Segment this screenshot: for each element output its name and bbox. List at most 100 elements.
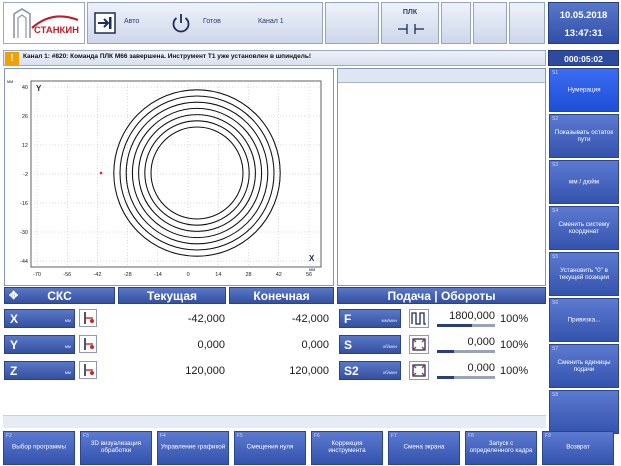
softkey-number: F7 (391, 433, 397, 439)
x-tick-label: -42 (93, 272, 101, 278)
feed-unit: мм/мин (381, 318, 397, 323)
softkey-label: Привязка... (567, 316, 601, 324)
axis-current-value: 120,000 (185, 365, 225, 377)
softkey-s5[interactable]: S5 Установить "0" в текущей позиции (549, 252, 619, 296)
program-text-panel[interactable] (337, 68, 546, 286)
auto-mode-label: Авто (124, 18, 140, 25)
override-bar (437, 376, 495, 379)
feed-name: S2 (344, 364, 359, 378)
crosshair-icon: ✥ (9, 290, 19, 302)
toolpath-plot: -70 -56 -42 -28 -14 0 14 28 42 56 40 26 12 -2 -16 -30 -4… (7, 79, 322, 278)
override-percent: 100% (500, 313, 529, 325)
softkey-f7[interactable]: F7 Смена экрана (388, 431, 460, 465)
time: 13:47:31 (564, 28, 603, 39)
softkey-s8[interactable]: S8 (549, 390, 619, 434)
softkey-f5[interactable]: F5 Смещения нуля (234, 431, 306, 465)
softkey-number: F4 (160, 433, 166, 439)
feed-unit: об/мин (382, 370, 397, 375)
softkey-s2[interactable]: S2 Показывать остаток пути (549, 114, 619, 158)
x-tick-label: 56 (306, 272, 312, 278)
softkey-label: Показывать остаток пути (554, 128, 614, 143)
softkey-label: Управление графикой (160, 443, 226, 451)
status-slot-1 (325, 2, 379, 44)
softkey-f2[interactable]: F2 Выбор программы (3, 431, 75, 465)
stankin-logo-icon: СТАНКИН (8, 6, 82, 42)
plc-contact-icon (398, 24, 424, 34)
softkey-number: S4 (552, 208, 559, 214)
y-tick-label: 26 (22, 114, 28, 120)
softkey-s1[interactable]: S1 Нумерация (549, 68, 619, 112)
logo: СТАНКИН (3, 2, 85, 44)
axis-y-label[interactable]: Yмм (4, 335, 75, 354)
power-icon (170, 12, 192, 34)
axis-reference-icon[interactable] (79, 335, 97, 353)
axis-z-label[interactable]: Zмм (4, 361, 75, 380)
softkey-f3[interactable]: F3 3D визуализация обработки (80, 431, 152, 465)
softkey-number: F2 (6, 433, 12, 439)
feed-name: S (344, 338, 353, 352)
softkey-label: Запуск с определенного кадра (469, 440, 533, 454)
coord-system-header[interactable]: ✥ СКС (4, 287, 115, 304)
mode-panel: Авто Готов Канал 1 (87, 2, 323, 44)
x-tick-label: 28 (245, 272, 251, 278)
softkey-f6[interactable]: F6 Коррекция инструмента (311, 431, 383, 465)
override-bar-fill (437, 350, 455, 353)
y-tick-label: 12 (22, 143, 28, 149)
spindle-stop-icon[interactable] (409, 361, 429, 380)
cycle-timer: 000:05:02 (548, 50, 619, 66)
axis-x-label[interactable]: Xмм (4, 309, 75, 328)
status-slot-4 (509, 2, 545, 44)
softkey-number: S6 (552, 300, 559, 306)
softkey-f9[interactable]: F9 Возврат (542, 431, 614, 465)
softkey-f4[interactable]: F4 Управление графикой (157, 431, 229, 465)
spindle-stop-icon[interactable] (409, 335, 429, 354)
softkey-label: Установить "0" в текущей позиции (558, 266, 610, 281)
axis-reference-icon[interactable] (79, 309, 97, 327)
softkey-number: S1 (552, 70, 559, 76)
y-axis-unit: мм (7, 79, 13, 84)
feed-wave-icon[interactable] (409, 309, 429, 328)
feed-f-label[interactable]: Fмм/мин (339, 309, 401, 328)
softkey-f8[interactable]: F8 Запуск с определенного кадра (465, 431, 537, 465)
y-tick-label: -16 (20, 201, 28, 207)
softkey-s6[interactable]: S6 Привязка... (549, 298, 619, 342)
status-slot-3 (473, 2, 507, 44)
axis-name: X (10, 312, 19, 326)
x-tick-label: 42 (276, 272, 282, 278)
y-tick-label: -30 (20, 230, 28, 236)
softkey-s3[interactable]: S3 мм / дюйм (549, 160, 619, 204)
softkey-s7[interactable]: S7 Сменить единицы подачи (549, 344, 619, 388)
x-tick-label: 0 (187, 272, 190, 278)
axis-current-value: -42,000 (187, 313, 225, 325)
x-tick-label: -14 (154, 272, 162, 278)
plc-label: ПЛК (402, 9, 418, 16)
softkey-label: Смещения нуля (246, 443, 294, 451)
feed-s-label[interactable]: Sоб/мин (339, 335, 401, 354)
toolpath-graphic[interactable]: -70 -56 -42 -28 -14 0 14 28 42 56 40 26 12 -2 -16 -30 -4… (4, 68, 334, 286)
axis-unit: мм (64, 344, 71, 349)
axis-unit: мм (64, 318, 71, 323)
top-status-bar: СТАНКИН Авто Готов Канал 1 ПЛК 10.05.201… (0, 0, 621, 48)
axis-unit: мм (64, 370, 71, 375)
softkey-label: Смена экрана (403, 443, 445, 451)
feed-value: 1800,000 (449, 310, 495, 322)
axis-reference-icon[interactable] (79, 361, 97, 379)
softkey-label: мм / дюйм (568, 178, 600, 186)
message-text: Канал 1: #820: Команда ПЛК M66 завершена… (23, 53, 312, 60)
x-tick-label: -56 (63, 272, 71, 278)
softkey-number: F9 (545, 433, 551, 439)
channel-label: Канал 1 (258, 18, 284, 25)
feed-s2-label[interactable]: S2 об/мин (339, 361, 401, 380)
warning-icon: ! (5, 52, 19, 65)
softkey-label: Коррекция инструмента (328, 440, 366, 454)
plc-status: ПЛК (381, 2, 439, 44)
coord-system-label: СКС (47, 289, 72, 303)
feed-name: F (344, 312, 352, 326)
axis-name: Y (10, 338, 19, 352)
axis-final-value: -42,000 (291, 313, 329, 325)
status-slot-2 (441, 2, 471, 44)
override-percent: 100% (500, 365, 529, 377)
program-text-header (338, 69, 545, 83)
softkey-label: Возврат (566, 443, 590, 451)
softkey-s4[interactable]: S4 Сменить систему координат (549, 206, 619, 250)
